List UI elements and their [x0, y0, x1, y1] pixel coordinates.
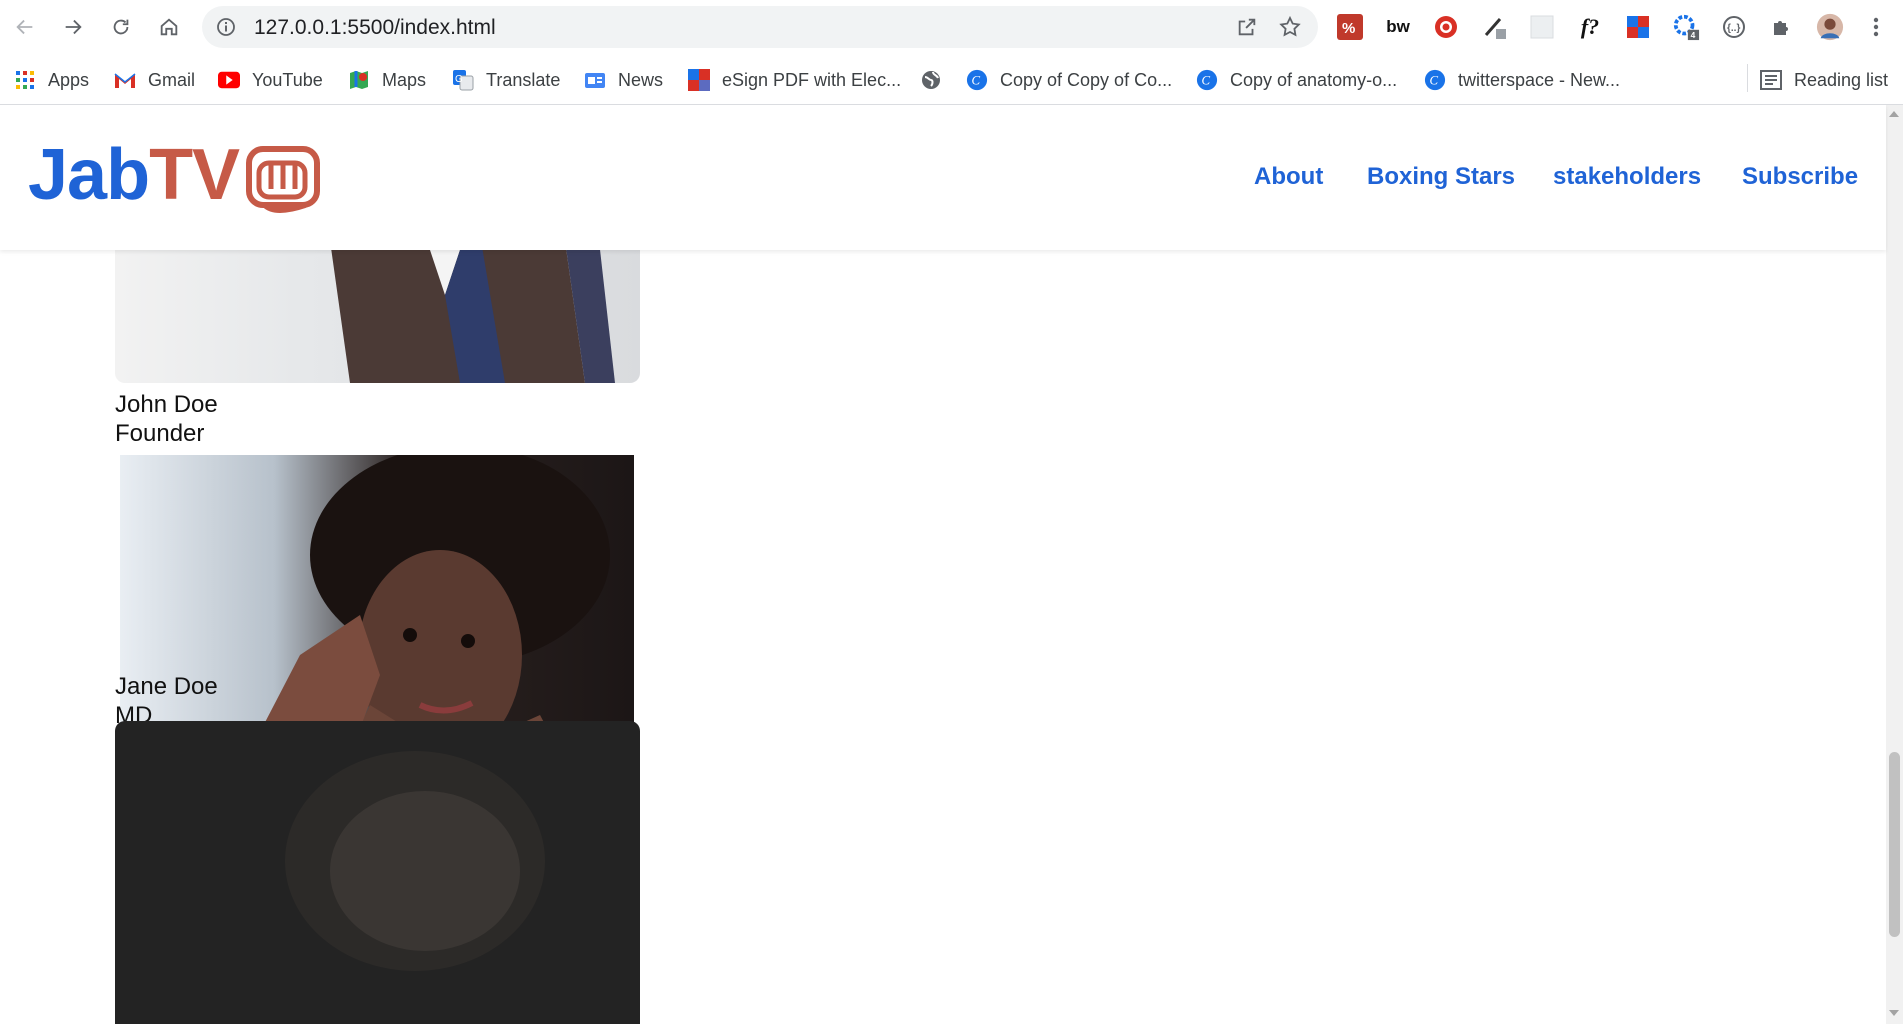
canva-icon: C	[1424, 69, 1446, 91]
bookmark-label: eSign PDF with Elec...	[722, 69, 902, 90]
reload-button[interactable]	[104, 10, 138, 44]
reading-list-icon	[1760, 69, 1782, 91]
canva-icon: C	[966, 69, 988, 91]
svg-text:G: G	[455, 74, 463, 85]
code-ext-icon[interactable]: {..}	[1720, 13, 1748, 41]
home-button[interactable]	[152, 10, 186, 44]
nav-boxing-stars[interactable]: Boxing Stars	[1367, 163, 1515, 191]
site-header: Jab TV About Boxing Stars stakeholders S…	[0, 105, 1886, 250]
scroll-down-arrow-icon[interactable]	[1889, 1010, 1899, 1016]
bookmark-label: Copy of Copy of Co...	[1000, 69, 1173, 90]
site-logo[interactable]: Jab TV	[28, 135, 323, 215]
browser-toolbar: 127.0.0.1:5500/index.html % bw f? 4 {..}	[0, 0, 1903, 56]
kebab-menu-icon[interactable]	[1862, 13, 1890, 41]
team-member-name: Jane Doe	[115, 673, 218, 700]
bookmark-label: Translate	[486, 69, 561, 90]
bookmark-star-icon[interactable]	[1278, 15, 1302, 39]
svg-text:%: %	[1342, 20, 1355, 37]
share-icon[interactable]	[1236, 16, 1258, 38]
bookmark-globe[interactable]	[920, 66, 954, 94]
bookmarks-bar: Apps Gmail YouTube Maps G Translate News	[0, 56, 1903, 105]
fist-icon	[246, 146, 321, 213]
bookmark-label: Maps	[382, 69, 427, 90]
scroll-up-arrow-icon[interactable]	[1889, 111, 1899, 117]
nav-about[interactable]: About	[1254, 163, 1323, 191]
bookmark-news[interactable]: News	[584, 66, 663, 94]
bookmark-canva-3[interactable]: C twitterspace - New...	[1424, 66, 1620, 94]
svg-text:C: C	[972, 74, 981, 88]
bookmark-apps[interactable]: Apps	[14, 66, 89, 94]
news-icon	[584, 69, 606, 91]
color-ext-icon[interactable]	[1624, 13, 1652, 41]
team-member-role: Founder	[115, 420, 205, 447]
reload-icon	[113, 19, 129, 35]
globe-icon	[920, 69, 942, 91]
maps-icon	[348, 69, 370, 91]
gear-badge-ext-icon[interactable]: 4	[1672, 13, 1700, 41]
apps-grid-icon	[14, 69, 36, 91]
ext-badge-count: 4	[1691, 30, 1696, 40]
bookmark-esign[interactable]: eSign PDF with Elec...	[688, 66, 901, 94]
logo-text-jab: Jab	[28, 135, 150, 215]
translate-ext-icon[interactable]: %	[1336, 13, 1364, 41]
bookmark-label: Apps	[48, 69, 90, 90]
url-text: 127.0.0.1:5500/index.html	[254, 16, 496, 39]
puzzle-icon[interactable]	[1768, 13, 1796, 41]
gmail-icon	[114, 69, 136, 91]
esign-icon	[688, 69, 710, 91]
back-button[interactable]	[8, 10, 42, 44]
forward-arrow-icon	[65, 19, 82, 35]
blank-ext-icon[interactable]	[1528, 13, 1556, 41]
translate-icon: G	[452, 69, 474, 91]
bookmark-maps[interactable]: Maps	[348, 66, 426, 94]
site-info-icon[interactable]	[216, 17, 236, 37]
bookmark-label: twitterspace - New...	[1458, 69, 1621, 90]
youtube-icon	[218, 69, 240, 91]
back-arrow-icon	[16, 19, 33, 35]
nav-stakeholders[interactable]: stakeholders	[1553, 163, 1701, 191]
bookmark-label: Gmail	[148, 69, 196, 90]
bookmarks-divider	[1747, 64, 1748, 92]
bookmark-youtube[interactable]: YouTube	[218, 66, 323, 94]
home-icon	[160, 18, 178, 36]
bookmark-label: News	[618, 69, 664, 90]
logo-text-tv: TV	[149, 135, 240, 215]
record-ext-icon[interactable]	[1432, 13, 1460, 41]
reading-list-label: Reading list	[1794, 69, 1889, 90]
reading-list-button[interactable]: Reading list	[1760, 66, 1888, 94]
picker-ext-icon[interactable]	[1480, 13, 1508, 41]
bookmark-canva-2[interactable]: C Copy of anatomy-o...	[1196, 66, 1397, 94]
bookmark-translate[interactable]: G Translate	[452, 66, 560, 94]
page-viewport: John Doe Founder Jane Doe MD Jab TV Abou…	[0, 105, 1903, 1024]
bw-ext-icon[interactable]: bw	[1384, 13, 1412, 41]
svg-text:{..}: {..}	[1727, 23, 1740, 34]
svg-text:C: C	[1430, 74, 1439, 88]
team-member-name: John Doe	[115, 391, 218, 418]
bookmark-canva-1[interactable]: C Copy of Copy of Co...	[966, 66, 1172, 94]
forward-button[interactable]	[56, 10, 90, 44]
canva-icon: C	[1196, 69, 1218, 91]
nav-subscribe[interactable]: Subscribe	[1742, 163, 1858, 191]
team-photo-third	[115, 721, 640, 1024]
bookmark-gmail[interactable]: Gmail	[114, 66, 195, 94]
formula-ext-icon[interactable]: f?	[1576, 13, 1604, 41]
bookmark-label: Copy of anatomy-o...	[1230, 69, 1398, 90]
scrollbar-thumb[interactable]	[1889, 752, 1900, 937]
profile-avatar[interactable]	[1816, 13, 1844, 41]
address-bar[interactable]: 127.0.0.1:5500/index.html	[202, 6, 1318, 48]
svg-text:C: C	[1202, 74, 1211, 88]
bookmark-label: YouTube	[252, 69, 323, 90]
